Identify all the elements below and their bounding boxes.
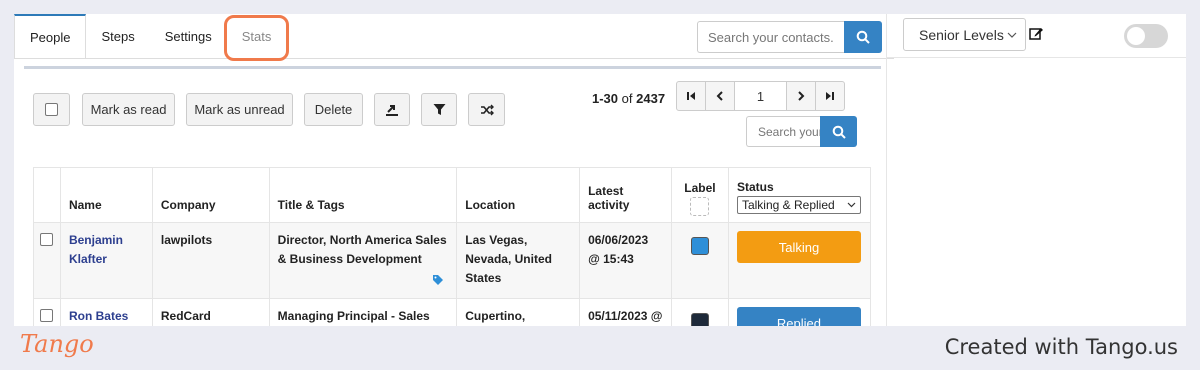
last-page-button[interactable] (815, 81, 845, 111)
select-all-button[interactable] (33, 93, 70, 126)
header-label-cell: Label (671, 167, 729, 223)
contact-name-link[interactable]: Ron Bates (69, 309, 128, 323)
tango-logo: Tango (20, 330, 94, 358)
row-checkbox-cell (33, 222, 61, 299)
mark-unread-button[interactable]: Mark as unread (186, 93, 293, 126)
created-with-text: Created with Tango.us (944, 335, 1178, 359)
status-filter-select[interactable]: Talking & Replied (736, 196, 861, 214)
app-frame: People Steps Settings Stats Senior Level… (14, 14, 1186, 326)
label-color-swatch[interactable] (690, 237, 709, 255)
row-latest-activity: 06/06/2023 @ 15:43 (579, 222, 672, 299)
mark-read-button[interactable]: Mark as read (82, 93, 175, 126)
panel-toggle[interactable] (1124, 24, 1168, 48)
edit-icon[interactable] (1029, 26, 1044, 46)
header-status: Status (736, 180, 774, 194)
row-checkbox-cell (33, 298, 61, 326)
row-company: lawpilots (151, 222, 270, 299)
row-location: Cupertino, California, United States (456, 298, 581, 326)
toggle-knob (1127, 27, 1145, 45)
pager-range: 1-30 (592, 91, 619, 106)
table-search-button[interactable] (820, 116, 857, 147)
pager-count: 1-30 of 2437 (592, 91, 665, 106)
row-label-cell (671, 298, 729, 326)
first-page-button[interactable] (676, 81, 706, 111)
tab-people[interactable]: People (14, 14, 87, 59)
delete-button[interactable]: Delete (304, 93, 363, 126)
search-icon (832, 125, 846, 139)
row-title-cell: Director, North America Sales & Business… (268, 222, 458, 299)
row-company: RedCard Solutions (151, 298, 270, 326)
tab-steps[interactable]: Steps (86, 14, 149, 59)
filter-button[interactable] (421, 93, 457, 126)
row-checkbox[interactable] (40, 309, 54, 322)
label-filter[interactable] (690, 197, 710, 216)
chevron-left-icon (716, 91, 723, 101)
search-icon (856, 30, 870, 44)
header-company[interactable]: Company (151, 167, 270, 223)
tango-footer: Tango Created with Tango.us (0, 326, 1200, 370)
row-status-cell: Replied (727, 298, 872, 326)
contact-search-input[interactable] (697, 21, 844, 53)
tab-bar: People Steps Settings Stats (14, 14, 286, 59)
row-latest-activity: 05/11/2023 @ 16:07 (579, 298, 672, 326)
row-location: Las Vegas, Nevada, United States (456, 222, 581, 299)
row-status-cell: Talking (727, 222, 872, 299)
tab-stats[interactable]: Stats (227, 14, 287, 59)
contacts-table: Name Company Title & Tags Location Lates… (33, 167, 872, 326)
row-name-cell: Benjamin Klafter (59, 222, 153, 299)
table-search-input[interactable]: Search your contacts... (746, 116, 820, 147)
shuffle-button[interactable] (468, 93, 505, 126)
chevron-down-icon (1007, 32, 1017, 38)
table-row[interactable]: Ron Bates RedCard Solutions Managing Pri… (33, 298, 872, 326)
label-color-swatch[interactable] (690, 313, 709, 326)
row-title: Managing Principal - Sales Training | Sa… (268, 298, 458, 326)
table-row[interactable]: Benjamin Klafter lawpilots Director, Nor… (33, 222, 872, 299)
contacts-card: Mark as read Mark as unread Delete 1-30 … (24, 66, 881, 326)
right-panel: Senior Levels (886, 14, 1186, 326)
export-icon (386, 104, 398, 116)
panel-divider (887, 57, 1186, 58)
row-name-cell: Ron Bates (59, 298, 153, 326)
header-name[interactable]: Name (59, 167, 153, 223)
chevron-down-icon (847, 202, 856, 208)
filter-icon (433, 104, 445, 115)
chevron-right-icon (798, 91, 805, 101)
contact-name-link[interactable]: Benjamin Klafter (69, 233, 123, 266)
status-filter-value: Talking & Replied (741, 198, 835, 212)
row-checkbox[interactable] (40, 233, 54, 246)
level-select[interactable]: Senior Levels (903, 18, 1026, 51)
contact-search (697, 21, 882, 53)
next-page-button[interactable] (786, 81, 816, 111)
select-all-checkbox[interactable] (45, 103, 58, 116)
first-page-icon (687, 92, 695, 100)
header-latest-activity[interactable]: Latest activity (579, 167, 672, 223)
header-checkbox-cell (33, 167, 61, 223)
header-label: Label (684, 181, 716, 195)
status-button[interactable]: Replied (736, 307, 861, 326)
contact-search-button[interactable] (844, 21, 882, 53)
export-button[interactable] (374, 93, 410, 126)
shuffle-icon (480, 104, 494, 115)
tab-settings[interactable]: Settings (150, 14, 227, 59)
header-title[interactable]: Title & Tags (268, 167, 458, 223)
level-select-value: Senior Levels (919, 26, 1004, 43)
tab-divider (14, 58, 894, 59)
pager-total: 2437 (636, 91, 666, 106)
header-location[interactable]: Location (456, 167, 581, 223)
pager-of: of (621, 91, 633, 106)
table-search: Search your contacts... (746, 116, 857, 147)
row-title: Director, North America Sales & Business… (277, 233, 447, 266)
last-page-icon (826, 92, 834, 100)
header-status-cell: Status Talking & Replied (727, 167, 872, 223)
table-header-row: Name Company Title & Tags Location Lates… (33, 167, 872, 223)
page-number-input[interactable]: 1 (734, 81, 787, 111)
row-label-cell (671, 222, 729, 299)
status-button[interactable]: Talking (736, 231, 861, 263)
tag-icon[interactable] (432, 274, 444, 286)
pager: 1 (676, 81, 845, 111)
prev-page-button[interactable] (705, 81, 735, 111)
